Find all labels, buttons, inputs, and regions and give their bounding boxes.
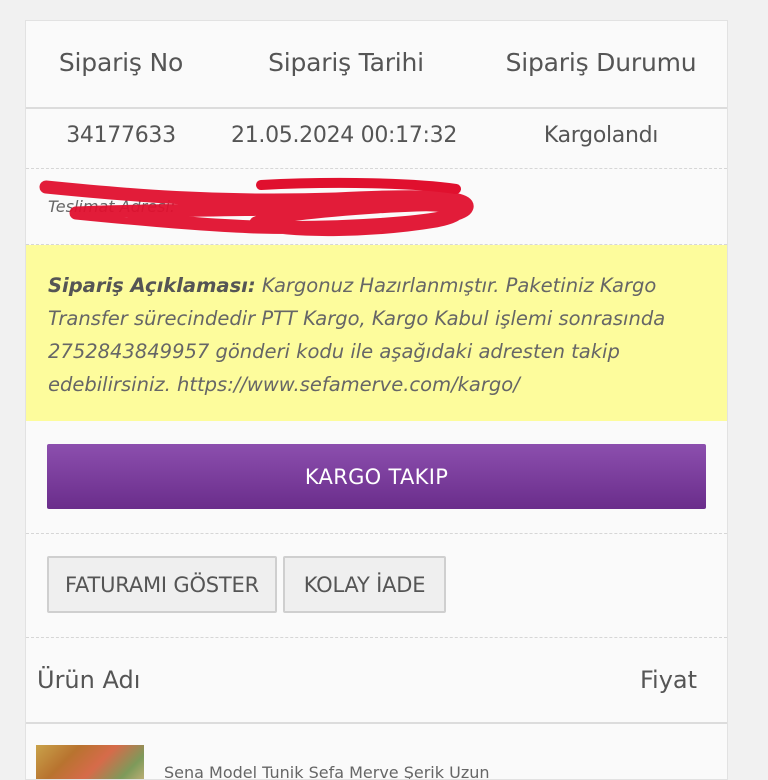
order-status-value: Kargolandı <box>543 123 659 148</box>
cargo-tracking-button[interactable]: KARGO TAKIP <box>47 444 706 509</box>
products-table-header: Ürün Adı Fiyat <box>26 638 727 724</box>
delivery-address-row: Teslimat Adresi: <box>26 169 727 245</box>
show-invoice-button[interactable]: FATURAMI GÖSTER <box>47 556 277 613</box>
product-name[interactable]: Sena Model Tunik Sefa Merve Şerik Uzun <box>164 763 490 779</box>
order-no-value: 34177633 <box>66 123 176 148</box>
easy-return-button[interactable]: KOLAY İADE <box>283 556 446 613</box>
order-note: Sipariş Açıklaması: Kargonuz Hazırlanmış… <box>26 245 727 421</box>
header-order-no: Sipariş No <box>58 48 184 77</box>
order-table-row: 34177633 21.05.2024 00:17:32 Kargolandı <box>26 109 727 169</box>
order-note-label: Sipariş Açıklaması: <box>48 274 256 297</box>
header-product-name: Ürün Adı <box>37 666 141 694</box>
redaction-scribble <box>39 177 474 237</box>
order-detail-card: Sipariş No Sipariş Tarihi Sipariş Durumu… <box>25 20 728 780</box>
header-price: Fiyat <box>640 666 698 694</box>
cargo-tracking-row: KARGO TAKIP <box>26 421 727 534</box>
product-thumbnail[interactable] <box>36 745 144 779</box>
order-actions-row: FATURAMI GÖSTER KOLAY İADE <box>26 534 727 638</box>
order-table-header: Sipariş No Sipariş Tarihi Sipariş Durumu <box>26 21 727 109</box>
header-order-status: Sipariş Durumu <box>505 48 697 77</box>
order-date-value: 21.05.2024 00:17:32 <box>231 123 458 148</box>
header-order-date: Sipariş Tarihi <box>268 48 424 77</box>
